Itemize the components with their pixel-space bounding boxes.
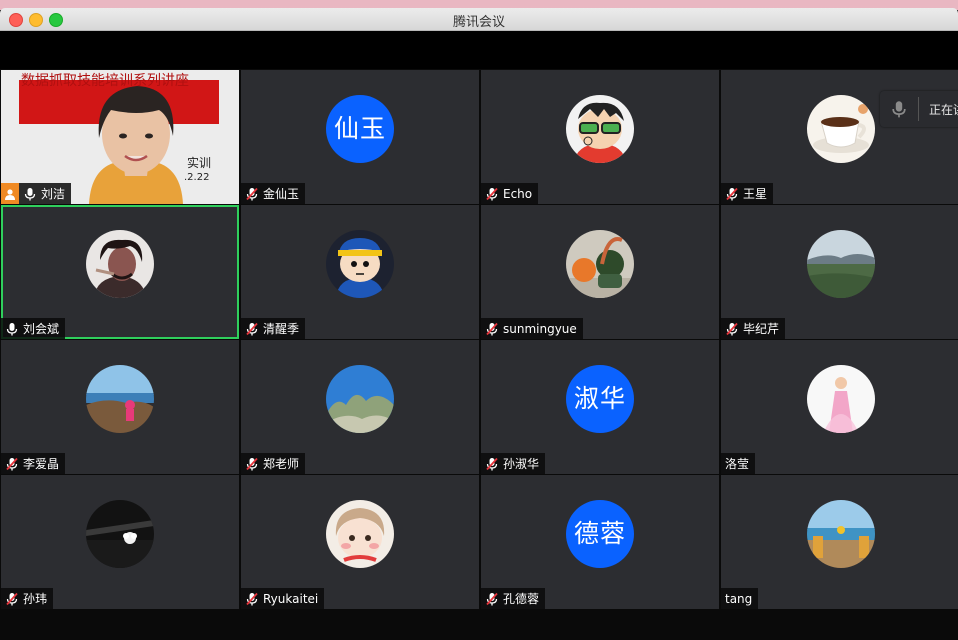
- participant-name: 李爱晶: [23, 457, 60, 471]
- mic-on-icon: [6, 322, 18, 335]
- participant-nametag: 孔德蓉: [481, 588, 546, 609]
- participant-tile[interactable]: Echo: [481, 70, 719, 204]
- participant-nametag: sunmingyue: [481, 318, 583, 339]
- participant-name: Echo: [503, 186, 533, 201]
- participant-name: 清醒季: [263, 322, 300, 336]
- window-title: 腾讯会议: [452, 15, 505, 30]
- top-toolbar-area: [0, 31, 958, 69]
- participant-name: 金仙玉: [263, 187, 300, 201]
- mic-icon: [892, 101, 906, 118]
- participant-nametag: 洛莹: [721, 453, 756, 474]
- mic-muted-icon: [246, 187, 258, 200]
- mic-muted-icon: [486, 322, 498, 335]
- participant-tile[interactable]: 仙玉 金仙玉: [241, 70, 479, 204]
- participant-nametag: Echo: [481, 183, 539, 204]
- presenter-video: [89, 86, 183, 204]
- participant-name: 郑老师: [263, 457, 300, 471]
- participant-tile[interactable]: 数据抓取技能培训系列讲座 实训 .2.22 刘洁: [1, 70, 239, 204]
- text-avatar: 仙玉: [326, 95, 394, 163]
- participant-nametag: 孙淑华: [481, 453, 546, 474]
- participant-nametag: 清醒季: [241, 318, 306, 339]
- participant-nametag: 孙玮: [1, 588, 54, 609]
- avatar: [806, 230, 875, 298]
- avatar: [326, 365, 394, 433]
- mic-muted-icon: [246, 592, 258, 605]
- mic-muted-icon: [246, 457, 258, 470]
- mic-muted-icon: [726, 322, 738, 335]
- participant-tile[interactable]: 清醒季: [241, 205, 479, 339]
- avatar: [326, 230, 394, 298]
- mic-muted-icon: [6, 457, 18, 470]
- mic-muted-icon: [486, 457, 498, 470]
- participant-tile[interactable]: 郑老师: [241, 340, 479, 474]
- participant-tile[interactable]: tang: [721, 475, 958, 609]
- host-badge-icon: [1, 183, 19, 204]
- mic-muted-icon: [246, 322, 258, 335]
- avatar: [86, 500, 154, 568]
- participant-nametag: 金仙玉: [241, 183, 306, 204]
- avatar: [806, 95, 875, 163]
- participant-name: tang: [725, 591, 753, 606]
- participant-name: 刘会斌: [23, 322, 60, 336]
- participant-grid: 数据抓取技能培训系列讲座 实训 .2.22 刘洁 仙玉 金仙玉 Echo 王星 …: [1, 70, 958, 610]
- participant-nametag: 李爱晶: [1, 453, 66, 474]
- participant-name: 刘洁: [41, 187, 66, 201]
- mic-muted-icon: [486, 187, 498, 200]
- participant-nametag: 郑老师: [241, 453, 306, 474]
- participant-tile[interactable]: sunmingyue: [481, 205, 719, 339]
- participant-tile[interactable]: 德蓉 孔德蓉: [481, 475, 719, 609]
- mic-muted-icon: [726, 187, 738, 200]
- participant-name: 孙淑华: [503, 457, 540, 471]
- participant-tile[interactable]: 孙玮: [1, 475, 239, 609]
- text-avatar: 德蓉: [566, 500, 634, 568]
- participant-name: 孔德蓉: [503, 592, 540, 606]
- avatar: [806, 500, 875, 568]
- participant-name: 毕纪芹: [743, 322, 780, 336]
- avatar: [806, 365, 875, 433]
- participant-name: sunmingyue: [503, 321, 577, 336]
- participant-name: Ryukaitei: [263, 591, 319, 606]
- participant-tile[interactable]: 洛莹: [721, 340, 958, 474]
- avatar: [566, 95, 634, 163]
- avatar: [86, 230, 154, 298]
- window-titlebar: 腾讯会议: [0, 8, 958, 31]
- mic-on-icon: [24, 187, 36, 200]
- participant-tile[interactable]: 刘会斌: [1, 205, 239, 339]
- participant-name: 王星: [743, 187, 768, 201]
- participant-nametag: tang: [721, 588, 759, 609]
- speaking-label: 正在讲: [929, 102, 958, 117]
- avatar: [326, 500, 394, 568]
- participant-nametag: 刘会斌: [1, 318, 66, 339]
- participant-nametag: 刘洁: [1, 183, 72, 204]
- avatar: [86, 365, 154, 433]
- participant-name: 洛莹: [725, 457, 750, 471]
- participant-nametag: 毕纪芹: [721, 318, 786, 339]
- participant-tile[interactable]: 毕纪芹: [721, 205, 958, 339]
- participant-tile[interactable]: Ryukaitei: [241, 475, 479, 609]
- participant-tile[interactable]: 淑华 孙淑华: [481, 340, 719, 474]
- speaking-indicator-panel[interactable]: 正在讲: [880, 91, 958, 127]
- participant-name: 孙玮: [23, 592, 48, 606]
- avatar: [566, 230, 634, 298]
- text-avatar: 淑华: [566, 365, 634, 433]
- participant-nametag: Ryukaitei: [241, 588, 325, 609]
- participant-nametag: 王星: [721, 183, 774, 204]
- mic-muted-icon: [6, 592, 18, 605]
- participant-tile[interactable]: 李爱晶: [1, 340, 239, 474]
- mic-muted-icon: [486, 592, 498, 605]
- divider: [918, 97, 919, 121]
